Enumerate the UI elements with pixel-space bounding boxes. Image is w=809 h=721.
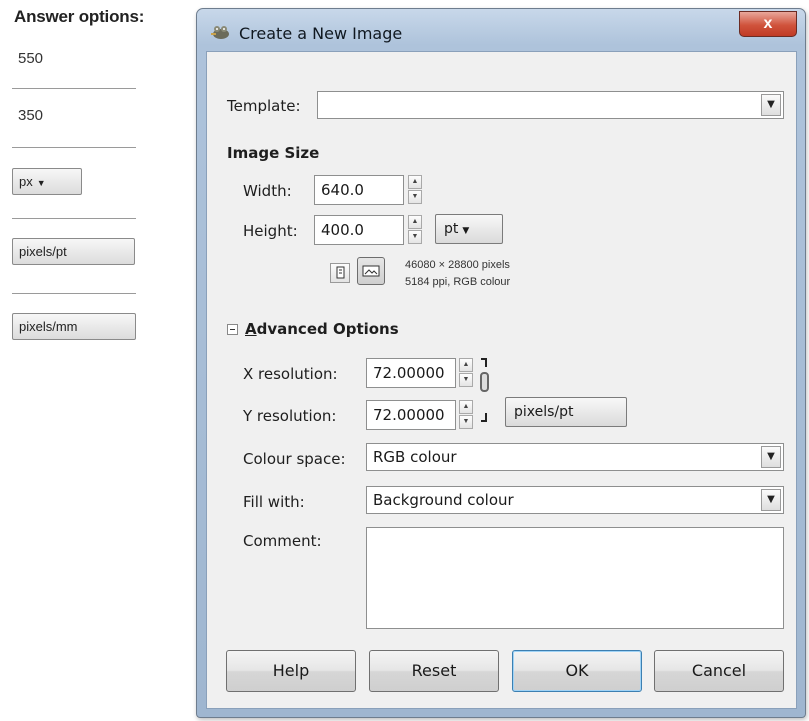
answer-divider (12, 293, 136, 294)
colour-space-label: Colour space: (243, 450, 346, 468)
ok-button[interactable]: OK (512, 650, 642, 692)
x-resolution-input[interactable]: 72.00000 (366, 358, 456, 388)
chain-bracket-bottom (481, 413, 487, 422)
spin-down-icon[interactable]: ▼ (459, 415, 473, 429)
title-bar[interactable]: Create a New Image x (197, 9, 805, 51)
landscape-orientation-button[interactable] (357, 257, 385, 285)
advanced-options-heading[interactable]: Advanced Options (245, 320, 399, 338)
advanced-options-label: dvanced Options (256, 320, 399, 338)
colour-space-combo[interactable]: RGB colour ▼ (366, 443, 784, 471)
answer-divider (12, 218, 136, 219)
size-unit-button[interactable]: pt ▼ (435, 214, 503, 244)
colour-space-value: RGB colour (373, 448, 457, 466)
portrait-orientation-icon (336, 266, 345, 279)
spin-down-icon[interactable]: ▼ (459, 373, 473, 387)
comment-textarea[interactable] (366, 527, 784, 629)
help-button[interactable]: Help (226, 650, 356, 692)
answer-option-pixels-mm[interactable]: pixels/mm (12, 313, 136, 340)
width-input[interactable]: 640.0 (314, 175, 404, 205)
x-resolution-label: X resolution: (243, 365, 338, 383)
close-button[interactable]: x (739, 11, 797, 37)
answer-option-pixels-pt-label: pixels/pt (19, 244, 67, 259)
image-size-info-resolution: 5184 ppi, RGB colour (405, 276, 511, 288)
answer-option-550[interactable]: 550 (18, 50, 43, 67)
spin-down-icon[interactable]: ▼ (408, 190, 422, 204)
spin-up-icon[interactable]: ▲ (408, 215, 422, 229)
height-input[interactable]: 400.0 (314, 215, 404, 245)
fill-with-combo[interactable]: Background colour ▼ (366, 486, 784, 514)
template-label: Template: (227, 97, 301, 115)
chevron-down-icon[interactable]: ▼ (761, 489, 781, 511)
answer-option-px-label: px (19, 174, 33, 189)
image-size-heading: Image Size (227, 144, 320, 162)
spin-down-icon[interactable]: ▼ (408, 230, 422, 244)
chevron-down-icon[interactable]: ▼ (761, 94, 781, 116)
chevron-down-icon: ▼ (462, 226, 470, 236)
y-resolution-label: Y resolution: (243, 407, 337, 425)
fill-with-value: Background colour (373, 491, 514, 509)
fill-with-label: Fill with: (243, 493, 305, 511)
gimp-wilber-icon (211, 26, 229, 39)
close-icon: x (763, 15, 773, 32)
answer-option-pixels-mm-label: pixels/mm (19, 319, 78, 334)
height-label: Height: (243, 222, 298, 240)
template-combo[interactable]: ▼ (317, 91, 784, 119)
chain-bracket-top (481, 358, 487, 367)
width-label: Width: (243, 182, 292, 200)
advanced-options-mnemonic: A (245, 320, 257, 338)
answer-option-350[interactable]: 350 (18, 107, 43, 124)
x-resolution-spinner[interactable]: ▲ ▼ (459, 358, 473, 388)
dialog-title: Create a New Image (239, 24, 403, 43)
answer-options-title: Answer options: (14, 7, 145, 26)
portrait-orientation-button[interactable] (330, 263, 350, 283)
reset-button[interactable]: Reset (369, 650, 499, 692)
create-new-image-dialog: Create a New Image x Template: ▼ Image S… (196, 8, 806, 718)
height-spinner[interactable]: ▲ ▼ (408, 215, 422, 245)
image-size-info-pixels: 46080 × 28800 pixels (405, 259, 510, 271)
answer-option-px[interactable]: px ▼ (12, 168, 82, 195)
dialog-body: Template: ▼ Image Size Width: 640.0 ▲ ▼ … (206, 51, 797, 709)
answer-divider (12, 147, 136, 148)
answer-divider (12, 88, 136, 89)
collapse-minus-icon[interactable] (227, 324, 238, 335)
landscape-orientation-icon (362, 265, 380, 277)
chain-link-icon[interactable] (480, 372, 489, 392)
width-spinner[interactable]: ▲ ▼ (408, 175, 422, 205)
chevron-down-icon[interactable]: ▼ (761, 446, 781, 468)
resolution-unit-label: pixels/pt (514, 404, 574, 420)
cancel-button[interactable]: Cancel (654, 650, 784, 692)
answer-option-pixels-pt[interactable]: pixels/pt (12, 238, 135, 265)
size-unit-label: pt (444, 221, 459, 237)
y-resolution-input[interactable]: 72.00000 (366, 400, 456, 430)
chevron-down-icon: ▼ (36, 178, 46, 188)
resolution-unit-button[interactable]: pixels/pt (505, 397, 627, 427)
answer-options-panel: Answer options: 550 350 px ▼ pixels/pt pi… (0, 0, 160, 360)
comment-label: Comment: (243, 532, 322, 550)
y-resolution-spinner[interactable]: ▲ ▼ (459, 400, 473, 430)
spin-up-icon[interactable]: ▲ (408, 175, 422, 189)
spin-up-icon[interactable]: ▲ (459, 358, 473, 372)
spin-up-icon[interactable]: ▲ (459, 400, 473, 414)
